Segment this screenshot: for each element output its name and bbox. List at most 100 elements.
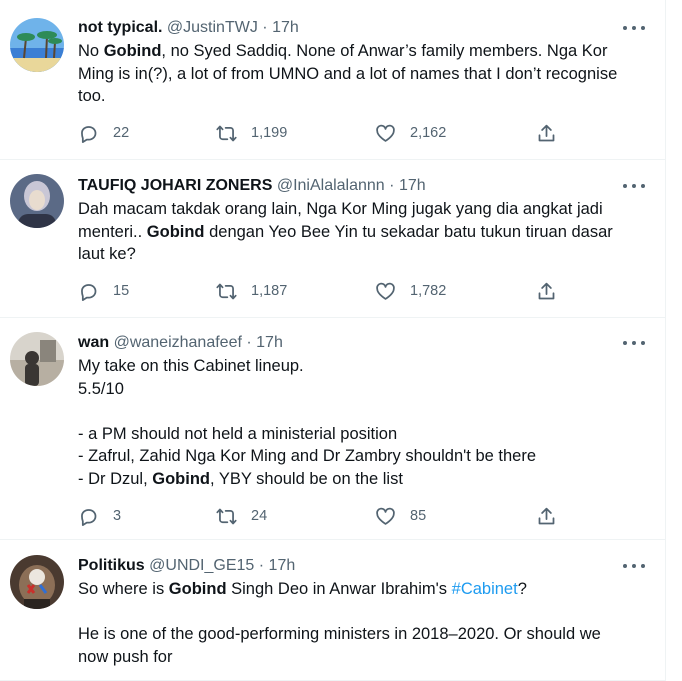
tweet-text-line: now push for	[78, 646, 648, 669]
text-segment: No	[78, 42, 104, 60]
reply-count: 15	[113, 283, 130, 299]
tweet-text-line: - Zafrul, Zahid Nga Kor Ming and Dr Zamb…	[78, 445, 648, 468]
user-handle[interactable]: @JustinTWJ	[167, 19, 258, 36]
separator-dot: ·	[246, 334, 252, 351]
tweet-text-line: 5.5/10	[78, 378, 648, 401]
text-segment: too.	[78, 87, 106, 105]
reply-icon	[78, 123, 99, 144]
display-name[interactable]: Politikus	[78, 557, 145, 574]
tweet-text: My take on this Cabinet lineup. 5.5/10 - …	[78, 355, 648, 490]
tweet-header: Politikus @UNDI_GE15 · 17h	[78, 556, 625, 576]
text-segment	[78, 402, 83, 420]
tweet-actions: 15 1,187 1,782	[78, 279, 568, 303]
separator-dot: ·	[389, 177, 395, 194]
timestamp[interactable]: 17h	[256, 334, 283, 351]
retweet-icon	[216, 281, 237, 302]
text-segment: now push for	[78, 647, 173, 666]
tweet-text-line: Dah macam takdak orang lain, Nga Kor Min…	[78, 198, 648, 221]
display-name[interactable]: not typical.	[78, 19, 162, 36]
user-handle[interactable]: @IniAlalalannn	[277, 177, 385, 194]
heart-icon	[375, 506, 396, 527]
reply-count: 22	[113, 125, 130, 141]
share-icon	[536, 281, 557, 302]
like-button[interactable]: 85	[375, 504, 426, 528]
bold-text: Gobind	[152, 469, 210, 488]
text-segment: ?	[517, 580, 527, 598]
more-options-icon[interactable]	[623, 176, 645, 196]
more-options-icon[interactable]	[623, 18, 645, 38]
reply-count: 3	[113, 508, 122, 524]
display-name[interactable]: wan	[78, 334, 109, 351]
timestamp[interactable]: 17h	[269, 557, 296, 574]
bold-text: Gobind	[146, 222, 205, 241]
retweet-icon	[216, 506, 237, 527]
timestamp[interactable]: 17h	[272, 19, 299, 36]
text-segment: Dah macam takdak orang lain, Nga Kor Min…	[78, 200, 603, 218]
text-segment	[78, 603, 83, 621]
tweet-feed: not typical. @JustinTWJ · 17h No Gobind, …	[0, 0, 666, 681]
display-name[interactable]: TAUFIQ JOHARI ZONERS	[78, 177, 272, 194]
tweet[interactable]: Politikus @UNDI_GE15 · 17h So where is Go…	[0, 540, 665, 681]
text-segment: menteri..	[78, 222, 147, 241]
more-options-icon[interactable]	[623, 556, 645, 576]
share-button[interactable]	[536, 121, 557, 145]
bold-text: Gobind	[103, 42, 162, 60]
tweet-header: wan @waneizhanafeef · 17h	[78, 333, 625, 353]
tweet-text-line: laut ke?	[78, 243, 648, 266]
bold-text: Gobind	[168, 580, 227, 598]
share-button[interactable]	[536, 504, 557, 528]
reply-button[interactable]: 15	[78, 279, 129, 303]
retweet-button[interactable]: 24	[216, 504, 267, 528]
avatar[interactable]	[10, 555, 64, 609]
tweet[interactable]: TAUFIQ JOHARI ZONERS @IniAlalalannn · 17…	[0, 160, 665, 318]
retweet-count: 1,199	[251, 125, 288, 141]
tweet-text-line	[78, 601, 648, 624]
separator-dot: ·	[262, 19, 268, 36]
retweet-icon	[216, 123, 237, 144]
like-button[interactable]: 2,162	[375, 121, 446, 145]
like-count: 2,162	[410, 125, 447, 141]
tweet-text: So where is Gobind Singh Deo in Anwar Ib…	[78, 578, 648, 668]
text-segment: laut ke?	[78, 245, 136, 263]
avatar[interactable]	[10, 18, 64, 72]
tweet-text-line	[78, 400, 648, 423]
text-segment: dengan Yeo Bee Yin tu sekadar batu tukun…	[204, 222, 613, 241]
text-segment: - a PM should not held a ministerial pos…	[78, 424, 398, 443]
tweet[interactable]: not typical. @JustinTWJ · 17h No Gobind, …	[0, 0, 665, 160]
text-segment: Singh Deo in Anwar Ibrahim's	[226, 580, 452, 598]
reply-button[interactable]: 3	[78, 504, 121, 528]
text-segment: So where is	[78, 580, 169, 598]
tweet-text: Dah macam takdak orang lain, Nga Kor Min…	[78, 198, 648, 266]
share-button[interactable]	[536, 279, 557, 303]
tweet[interactable]: wan @waneizhanafeef · 17h My take on this…	[0, 318, 665, 540]
retweet-button[interactable]: 1,199	[216, 121, 287, 145]
user-handle[interactable]: @waneizhanafeef	[114, 334, 242, 351]
tweet-text-line: too.	[78, 85, 648, 108]
text-segment: , YBY should be on the list	[209, 469, 403, 488]
hashtag-link[interactable]: #Cabinet	[452, 580, 518, 598]
user-handle[interactable]: @UNDI_GE15	[149, 557, 254, 574]
tweet-actions: 22 1,199 2,162	[78, 121, 568, 145]
reply-button[interactable]: 22	[78, 121, 129, 145]
tweet-header: TAUFIQ JOHARI ZONERS @IniAlalalannn · 17…	[78, 176, 625, 196]
text-segment: - Zafrul, Zahid Nga Kor Ming and Dr Zamb…	[78, 447, 537, 465]
retweet-count: 24	[251, 508, 268, 524]
tweet-text-line: He is one of the good-performing ministe…	[78, 623, 648, 646]
avatar[interactable]	[10, 332, 64, 386]
reply-icon	[78, 506, 99, 527]
avatar[interactable]	[10, 174, 64, 228]
reply-icon	[78, 281, 99, 302]
tweet-text-line: No Gobind, no Syed Saddiq. None of Anwar…	[78, 40, 648, 63]
retweet-button[interactable]: 1,187	[216, 279, 287, 303]
tweet-text-line: So where is Gobind Singh Deo in Anwar Ib…	[78, 578, 648, 601]
like-button[interactable]: 1,782	[375, 279, 446, 303]
tweet-text-line: - a PM should not held a ministerial pos…	[78, 423, 648, 446]
timestamp[interactable]: 17h	[399, 177, 426, 194]
tweet-text-line: - Dr Dzul, Gobind, YBY should be on the …	[78, 468, 648, 491]
heart-icon	[375, 281, 396, 302]
tweet-text-line: menteri.. Gobind dengan Yeo Bee Yin tu s…	[78, 221, 648, 244]
more-options-icon[interactable]	[623, 333, 645, 353]
retweet-count: 1,187	[251, 283, 288, 299]
tweet-text: No Gobind, no Syed Saddiq. None of Anwar…	[78, 40, 648, 108]
share-icon	[536, 506, 557, 527]
